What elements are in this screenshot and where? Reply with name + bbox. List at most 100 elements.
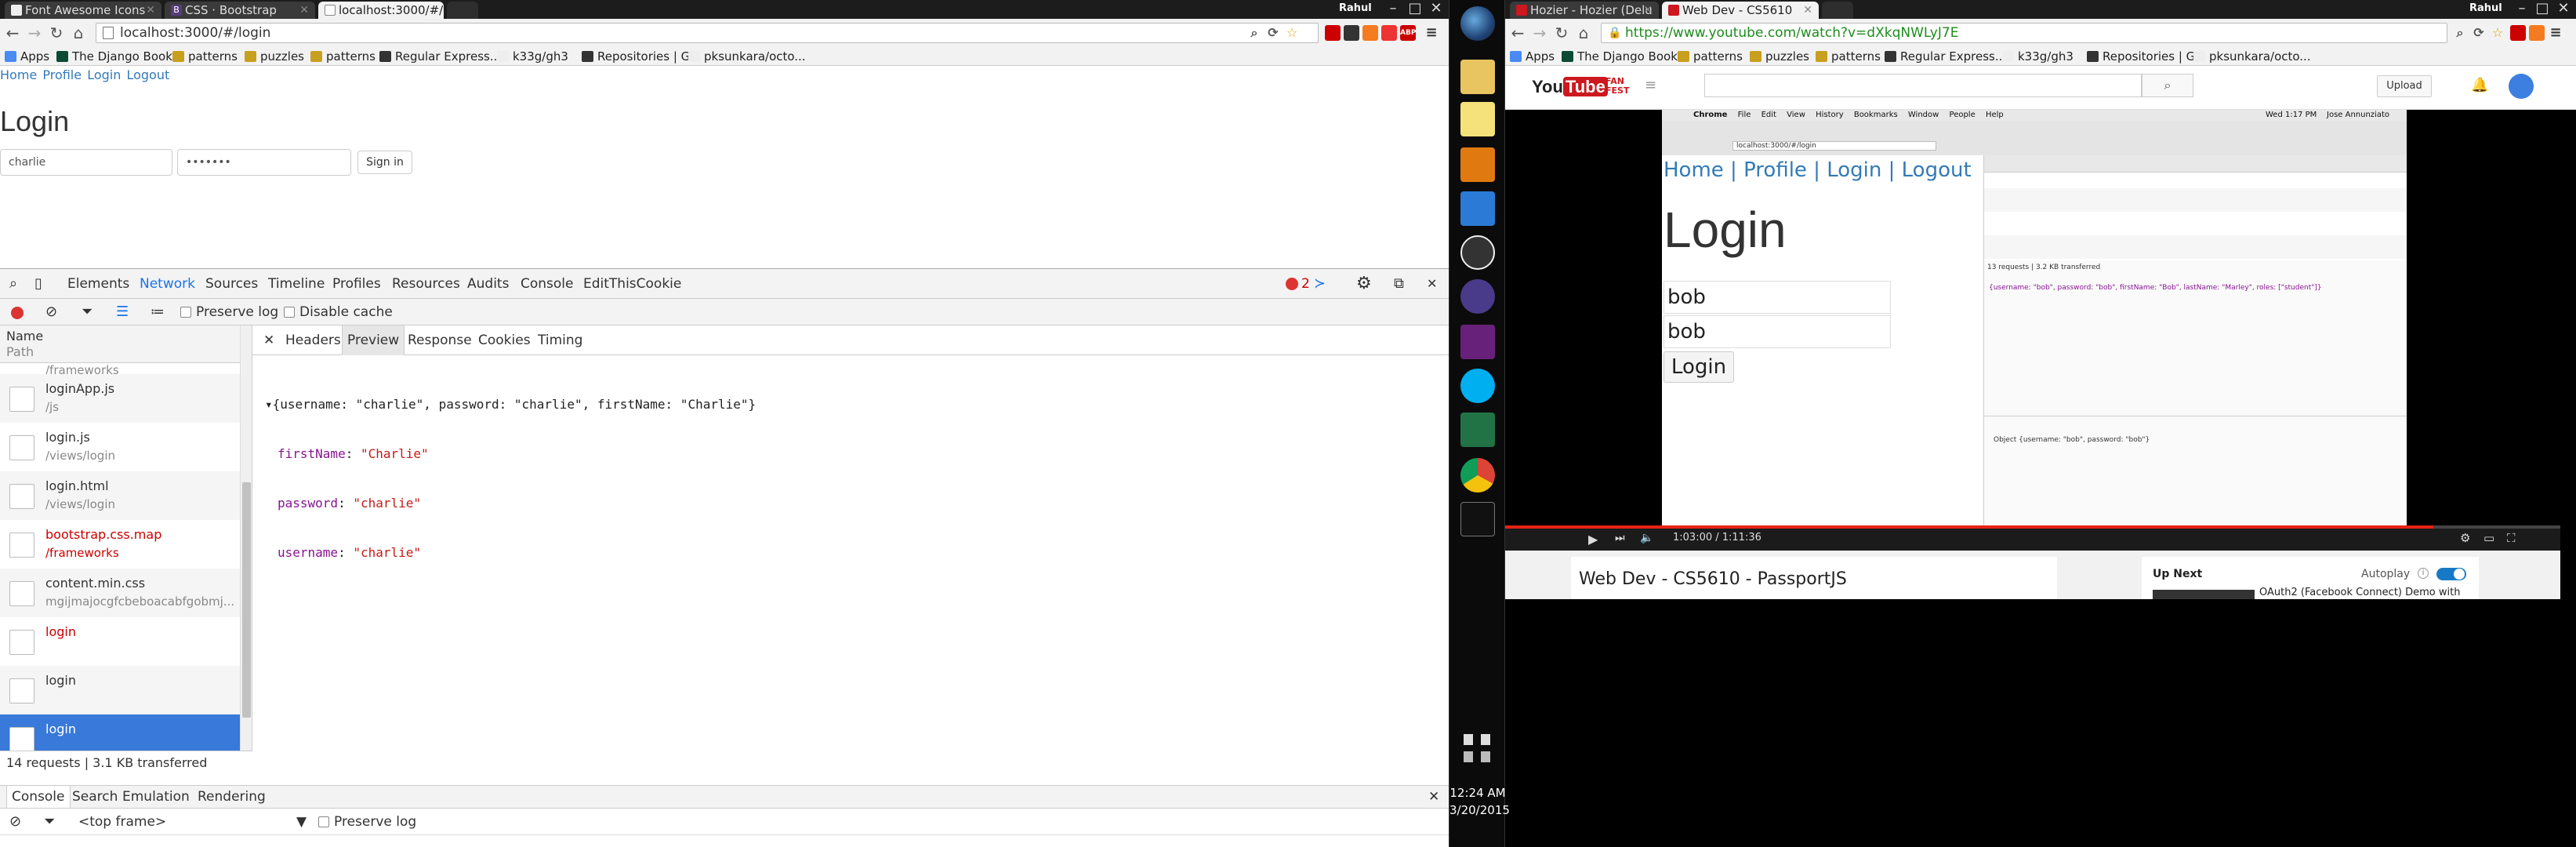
bookmark-puzzles[interactable]: puzzles — [1748, 47, 1809, 66]
bookmark-apps[interactable]: Apps — [3, 47, 49, 66]
forward-icon[interactable]: → — [25, 24, 44, 42]
bookmark-puzzles[interactable]: puzzles — [243, 47, 304, 66]
tab-console[interactable]: Console — [521, 269, 574, 299]
bookmark-pksunkara[interactable]: pksunkara/octo... — [687, 47, 806, 66]
home-icon[interactable]: ⌂ — [1574, 24, 1593, 42]
tab-rendering[interactable]: Rendering — [198, 786, 266, 808]
progress-track[interactable] — [1505, 525, 2560, 529]
record-icon[interactable] — [11, 307, 24, 319]
back-icon[interactable]: ← — [3, 24, 22, 42]
terminal-icon[interactable] — [1460, 502, 1495, 536]
maximize-icon[interactable]: □ — [1405, 0, 1425, 17]
bookmark-k33g[interactable]: k33g/gh3 — [495, 47, 568, 66]
close-tab-icon[interactable]: ✕ — [1803, 2, 1812, 19]
tab-elements[interactable]: Elements — [67, 269, 129, 299]
reload-icon[interactable]: ↻ — [47, 24, 66, 42]
excel-icon[interactable] — [1460, 413, 1495, 447]
tab-localhost[interactable]: localhost:3000/#/log — [318, 2, 444, 19]
new-tab-button[interactable] — [1822, 2, 1853, 19]
tab-hozier[interactable]: Hozier - Hozier (Delu ✕ — [1510, 2, 1659, 19]
menu-icon[interactable]: ≡ — [1424, 25, 1439, 41]
bookmark-regex[interactable]: Regular Express... — [1883, 47, 2006, 66]
clear-console-icon[interactable]: ⊘ — [9, 809, 21, 835]
tab-font-awesome[interactable]: Font Awesome Icons ✕ — [5, 2, 161, 19]
preserve-log-checkbox[interactable] — [180, 307, 191, 318]
github-icon[interactable] — [1460, 235, 1495, 270]
tab-network[interactable]: Network — [140, 269, 195, 299]
video-player[interactable]: Chrome File Edit View History Bookmarks … — [1505, 110, 2560, 551]
tab-cookies[interactable]: Cookies — [478, 325, 531, 355]
eclipse-icon[interactable] — [1460, 279, 1495, 314]
fullscreen-icon[interactable]: ⛶ — [2507, 531, 2516, 545]
bookmark-k33g[interactable]: k33g/gh3 — [2001, 47, 2073, 66]
settings-gear-icon[interactable]: ⚙ — [1356, 269, 1372, 299]
battery-icon[interactable] — [1481, 734, 1490, 745]
request-row-selected[interactable]: login — [0, 714, 240, 751]
close-tab-icon[interactable]: ✕ — [146, 2, 155, 19]
tab-webdev[interactable]: Web Dev - CS5610 ✕ — [1662, 2, 1819, 19]
console-drawer-icon[interactable]: ≻ — [1314, 269, 1326, 299]
upload-button[interactable]: Upload — [2377, 75, 2432, 97]
disable-cache-checkbox[interactable] — [284, 307, 295, 318]
sublime-text-icon[interactable] — [1460, 147, 1495, 182]
waterfall-icon[interactable]: ≔ — [151, 299, 165, 325]
tab-timing[interactable]: Timing — [538, 325, 582, 355]
frame-selector[interactable]: <top frame> — [78, 809, 166, 835]
extension-red-icon[interactable] — [1325, 25, 1341, 41]
adblock-icon[interactable]: ABP — [1400, 25, 1416, 41]
tab-console-drawer[interactable]: Console — [6, 786, 71, 808]
console-preserve-checkbox[interactable] — [318, 816, 329, 827]
tab-response[interactable]: Response — [408, 325, 472, 355]
error-icon[interactable] — [1286, 278, 1298, 290]
filter-icon[interactable]: ⏷ — [82, 299, 93, 325]
nav-logout-link[interactable]: Logout — [126, 67, 169, 82]
request-row[interactable]: bootstrap.css.map /frameworks — [0, 520, 240, 569]
next-video-thumbnail[interactable] — [2153, 590, 2255, 599]
visual-studio-icon[interactable] — [1460, 325, 1495, 359]
tab-bootstrap[interactable]: B CSS · Bootstrap ✕ — [165, 2, 315, 19]
request-row[interactable]: login.js /views/login — [0, 423, 240, 471]
close-devtools-icon[interactable]: ✕ — [1427, 269, 1437, 299]
info-icon[interactable]: i — [2418, 568, 2429, 579]
network-icon[interactable] — [1481, 751, 1490, 762]
menu-icon[interactable]: ≡ — [2548, 25, 2563, 41]
close-tab-icon[interactable]: ✕ — [1643, 2, 1653, 19]
dock-icon[interactable]: ⧉ — [1394, 269, 1404, 299]
bookmark-repositories[interactable]: Repositories | G... — [2085, 47, 2207, 66]
bookmark-apps[interactable]: Apps — [1508, 47, 1555, 66]
close-tab-icon[interactable]: ✕ — [299, 2, 309, 19]
bookmark-patterns[interactable]: patterns — [1676, 47, 1743, 66]
back-icon[interactable]: ← — [1508, 24, 1527, 42]
profile-name[interactable]: Rahul — [1333, 2, 1378, 16]
search-icon[interactable]: ⌕ — [1246, 25, 1262, 41]
settings-gear-icon[interactable]: ⚙ — [2460, 531, 2470, 545]
chevron-down-icon[interactable]: ▼ — [296, 809, 307, 835]
tab-profiles[interactable]: Profiles — [332, 269, 381, 299]
request-row[interactable]: content.min.css mgijmajocgfcbeboacabfgob… — [0, 569, 240, 617]
close-window-icon[interactable]: ✕ — [1425, 0, 1447, 17]
bookmark-repositories[interactable]: Repositories | G... — [580, 47, 702, 66]
virtualbox-icon[interactable] — [1460, 191, 1495, 226]
tab-emulation[interactable]: Emulation — [122, 786, 190, 808]
minimize-icon[interactable]: – — [1383, 0, 1403, 17]
volume-icon[interactable] — [1464, 751, 1473, 762]
chrome-icon[interactable] — [1460, 458, 1495, 493]
bookmark-star-icon[interactable]: ☆ — [2490, 25, 2505, 41]
close-drawer-icon[interactable]: ✕ — [1428, 786, 1439, 808]
youtube-search-input[interactable] — [1704, 74, 2142, 97]
search-icon[interactable]: ⌕ — [2142, 74, 2193, 97]
maximize-icon[interactable]: □ — [2532, 0, 2552, 17]
filter-icon[interactable]: ⏷ — [44, 809, 55, 835]
tray-icon[interactable] — [1464, 734, 1473, 745]
extension-dark-icon[interactable] — [1344, 25, 1359, 41]
bookmark-patterns-2[interactable]: patterns — [309, 47, 376, 66]
bookmark-star-icon[interactable]: ☆ — [1284, 25, 1300, 41]
bookmark-django[interactable]: The Django Book — [1560, 47, 1678, 66]
notifications-bell-icon[interactable]: 🔔 — [2471, 77, 2488, 93]
tab-editthiscookie[interactable]: EditThisCookie — [583, 269, 681, 299]
nav-login-link[interactable]: Login — [87, 67, 121, 82]
request-row[interactable]: login — [0, 666, 240, 714]
guide-menu-icon[interactable]: ≡ — [1645, 77, 1656, 93]
tab-timeline[interactable]: Timeline — [268, 269, 325, 299]
request-list-scrollbar[interactable] — [240, 325, 252, 751]
